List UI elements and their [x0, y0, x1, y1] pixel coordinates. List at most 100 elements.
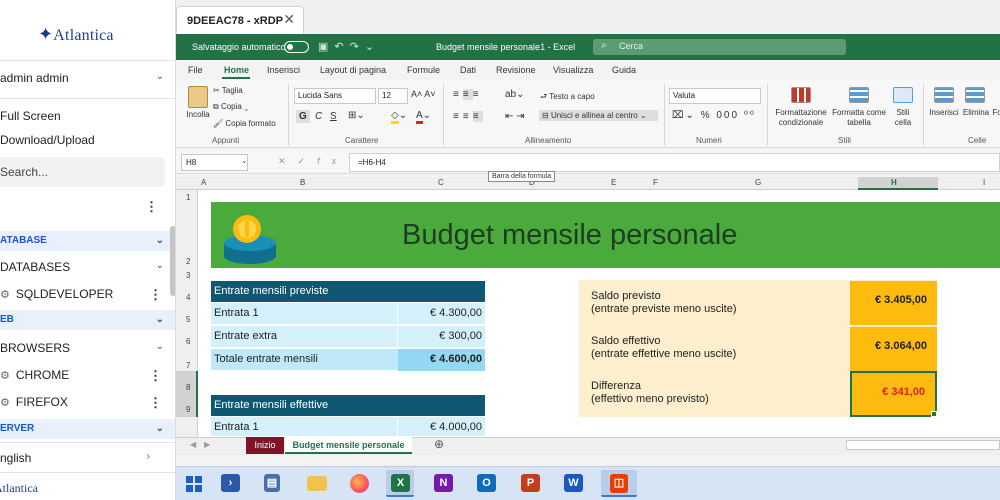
onenote-icon[interactable]: N: [429, 470, 457, 497]
orientation-button[interactable]: ab⌄: [505, 89, 525, 100]
conditional-formatting-icon[interactable]: [791, 87, 811, 103]
word-icon[interactable]: W: [559, 470, 587, 497]
bold-button[interactable]: G: [296, 110, 310, 123]
font-size-buttons[interactable]: A˄ A˅: [411, 89, 436, 99]
column-header[interactable]: B: [300, 178, 305, 187]
windows-start-icon[interactable]: [180, 470, 208, 497]
table-row[interactable]: Entrate extra € 300,00: [211, 326, 485, 348]
summary-row-difference[interactable]: Differenza (effettivo meno previsto) € 34…: [579, 371, 937, 417]
vertical-align-buttons[interactable]: ≡≡≡: [453, 89, 483, 100]
align-center-icon[interactable]: ≡: [463, 111, 473, 122]
column-header[interactable]: F: [653, 178, 658, 187]
column-header[interactable]: H: [891, 178, 897, 187]
fill-color-button[interactable]: ◇⌄: [391, 110, 407, 124]
format-cells-button[interactable]: Fo: [991, 108, 1000, 118]
redo-icon[interactable]: ↷: [350, 41, 365, 53]
cell-styles-icon[interactable]: [893, 87, 913, 103]
conditional-formatting-button[interactable]: Formattazione condizionale: [771, 108, 831, 128]
insert-function-icon[interactable]: fx: [317, 156, 348, 166]
increase-indent-icon[interactable]: ⇥: [516, 111, 524, 122]
paste-button[interactable]: Incolla: [183, 110, 213, 120]
tab-help[interactable]: Guida: [612, 65, 636, 75]
align-left-icon[interactable]: ≡: [453, 111, 463, 122]
more-vertical-icon[interactable]: ⋮: [149, 287, 162, 303]
indent-buttons[interactable]: ⇤ ⇥: [505, 111, 525, 122]
decrease-indent-icon[interactable]: ⇤: [505, 111, 513, 122]
autosave-toggle[interactable]: [284, 41, 309, 53]
summary-row-planned[interactable]: Saldo previsto (entrate previste meno usc…: [579, 281, 937, 326]
align-bottom-icon[interactable]: ≡: [473, 89, 483, 100]
horizontal-scrollbar[interactable]: [846, 440, 1000, 450]
delete-cells-icon[interactable]: [965, 87, 985, 103]
format-painter-button[interactable]: 🖌 Copia formato: [213, 119, 276, 128]
column-header[interactable]: C: [438, 178, 444, 187]
align-middle-icon[interactable]: ≡: [462, 89, 473, 100]
paste-icon[interactable]: [188, 86, 208, 108]
font-color-button[interactable]: A⌄: [416, 110, 431, 124]
insert-cells-icon[interactable]: [934, 87, 954, 103]
font-name-select[interactable]: Lucida Sans: [294, 88, 376, 104]
table-row[interactable]: Entrata 1 € 4.000,00: [211, 417, 485, 437]
row-header[interactable]: 5: [186, 315, 190, 324]
column-header[interactable]: A: [201, 178, 206, 187]
sidebar-item-chrome[interactable]: ⚙ CHROME ⋮: [0, 368, 175, 384]
row-header[interactable]: 7: [186, 361, 190, 370]
row-header[interactable]: 8: [186, 383, 190, 392]
sidebar-item-browsers[interactable]: BROWSERS ⌄: [0, 341, 175, 355]
italic-button[interactable]: C: [315, 111, 322, 122]
tab-review[interactable]: Revisione: [496, 65, 536, 75]
cancel-icon[interactable]: ✕: [278, 156, 298, 166]
merge-center-button[interactable]: ⊟ Unisci e allinea al centro ⌄: [539, 110, 658, 121]
align-top-icon[interactable]: ≡: [453, 89, 463, 100]
decimal-icon[interactable]: ⁰⁰: [744, 110, 756, 121]
more-vertical-icon[interactable]: ⋮: [149, 395, 162, 411]
number-format-select[interactable]: Valuta: [669, 88, 761, 104]
sidebar-more-menu[interactable]: ⋮: [0, 199, 175, 215]
tab-page-layout[interactable]: Layout di pagina: [320, 65, 386, 75]
cut-button[interactable]: ✂ Taglia: [213, 86, 243, 95]
more-vertical-icon[interactable]: ⋮: [149, 368, 162, 384]
column-header[interactable]: I: [983, 178, 985, 187]
percent-icon[interactable]: %: [701, 110, 712, 121]
delete-cells-button[interactable]: Elimina: [961, 108, 991, 118]
copy-button[interactable]: ⧉ Copia ⌄: [213, 102, 248, 112]
table-row[interactable]: Entrata 1 € 4.300,00: [211, 303, 485, 325]
next-sheet-icon[interactable]: ▶: [204, 440, 218, 449]
formula-input[interactable]: =H6-H4: [349, 153, 1000, 172]
sidebar-section-server[interactable]: ERVER ⌄: [0, 419, 175, 439]
tab-home[interactable]: Home: [224, 65, 249, 75]
server-manager-icon[interactable]: ▤: [258, 470, 286, 497]
tab-insert[interactable]: Inserisci: [267, 65, 300, 75]
undo-icon[interactable]: ↶: [334, 41, 349, 53]
user-menu[interactable]: admin admin ⌄: [0, 71, 175, 87]
wrap-text-button[interactable]: ⮐ Testo a capo: [540, 91, 595, 105]
row-header[interactable]: 2: [186, 257, 190, 266]
sidebar-item-firefox[interactable]: ⚙ FIREFOX ⋮: [0, 395, 175, 411]
insert-cells-button[interactable]: Inserisci: [928, 108, 960, 118]
add-sheet-icon[interactable]: ⊕: [434, 437, 444, 451]
table-row[interactable]: Totale entrate mensili € 4.600,00: [211, 349, 485, 371]
sheet-tab-budget[interactable]: Budget mensile personale: [285, 437, 412, 454]
excel-icon[interactable]: X: [386, 470, 414, 497]
format-as-table-button[interactable]: Formatta come tabella: [829, 108, 889, 128]
powerpoint-icon[interactable]: P: [516, 470, 544, 497]
cell-styles-button[interactable]: Stili cella: [889, 108, 917, 128]
tab-file[interactable]: File: [188, 65, 203, 75]
align-right-icon[interactable]: ≡: [472, 111, 483, 122]
decrease-font-icon[interactable]: A˅: [424, 89, 435, 99]
row-header[interactable]: 9: [186, 405, 190, 414]
sidebar-item-databases[interactable]: DATABASES ⌄: [0, 260, 175, 274]
customize-icon[interactable]: ⌄: [365, 41, 380, 53]
number-format-buttons[interactable]: ⌧⌄ % 000 ⁰⁰: [672, 110, 756, 121]
column-header[interactable]: E: [611, 178, 616, 187]
row-header[interactable]: 4: [186, 293, 190, 302]
file-explorer-icon[interactable]: [303, 470, 331, 497]
summary-row-actual[interactable]: Saldo effettivo (entrate effettive meno u…: [579, 326, 937, 371]
remote-session-tab[interactable]: 9DEEAC78 - xRDP ✕: [176, 6, 304, 34]
firefox-icon[interactable]: [345, 470, 373, 497]
name-box[interactable]: H8: [181, 154, 248, 171]
language-selector[interactable]: nglish ›: [0, 451, 175, 465]
sidebar-section-database[interactable]: ATABASE ⌄: [0, 231, 175, 251]
full-screen-link[interactable]: Full Screen: [0, 109, 175, 123]
confirm-icon[interactable]: ✓: [298, 156, 318, 166]
